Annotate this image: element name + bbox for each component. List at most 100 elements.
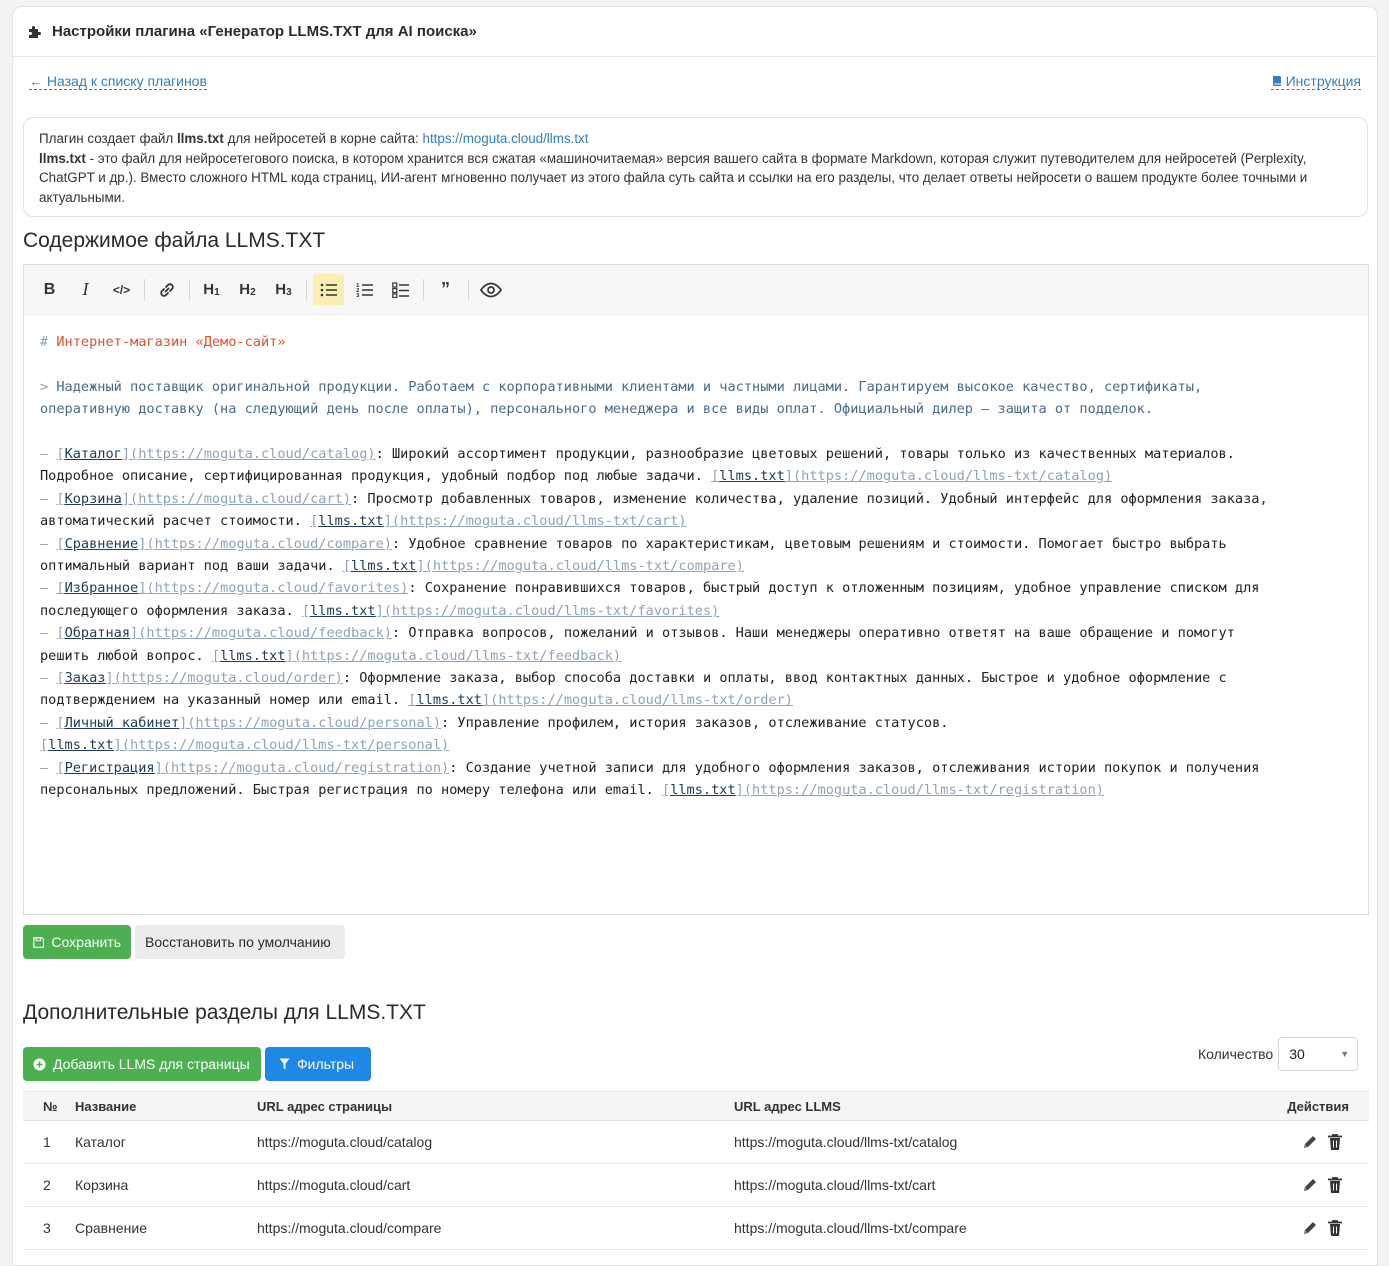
- md-syntax: [: [301, 602, 311, 619]
- toolbar-divider: [144, 278, 145, 301]
- heading3-button[interactable]: H3: [268, 274, 299, 305]
- count-select[interactable]: 30 ▼: [1278, 1037, 1359, 1071]
- md-list-item: – [Заказ](https://moguta.cloud/order): О…: [40, 667, 1352, 689]
- md-syntax: [: [56, 580, 65, 597]
- instruction-label: Инструкция: [1285, 73, 1361, 89]
- md-syntax: –: [40, 759, 57, 776]
- quote-button[interactable]: ”: [430, 274, 461, 305]
- svg-text:3: 3: [356, 293, 360, 298]
- link-button[interactable]: [151, 274, 182, 305]
- count-control: Количество 30 ▼: [1198, 1037, 1359, 1071]
- info-filename: llms.txt: [176, 131, 224, 146]
- md-syntax: ](: [179, 714, 196, 731]
- md-quote: > Надежный поставщик оригинальной продук…: [40, 376, 1352, 398]
- md-list-item-cont: последующего оформления заказа. [llms.tx…: [40, 600, 1352, 622]
- header-url: URL адрес страницы: [257, 1098, 393, 1114]
- task-list-button[interactable]: [385, 274, 416, 305]
- row-actions: [1301, 1207, 1345, 1249]
- delete-trash-icon[interactable]: [1327, 1176, 1345, 1194]
- back-to-plugins-link[interactable]: ← Назад к списку плагинов: [29, 73, 207, 90]
- md-syntax: ): [784, 692, 793, 709]
- panel-header: Настройки плагина «Генератор LLMS.TXT дл…: [13, 7, 1377, 57]
- md-item-desc: : Просмотр добавленных товаров, изменени…: [351, 490, 1268, 507]
- md-link-url: https://moguta.cloud/registration: [170, 759, 442, 776]
- heading1-button[interactable]: H1: [196, 274, 227, 305]
- md-link-title: Обратная: [64, 625, 131, 642]
- add-llms-page-button[interactable]: Добавить LLMS для страницы: [23, 1047, 261, 1081]
- numbered-list-button[interactable]: 123: [349, 274, 380, 305]
- md-llms-title: llms.txt: [318, 513, 384, 530]
- nav-row: ← Назад к списку плагинов Инструкция: [27, 69, 1363, 93]
- md-llms-title: llms.txt: [416, 692, 482, 709]
- md-syntax: ): [1095, 782, 1104, 799]
- row-num: 1: [43, 1134, 51, 1150]
- reset-default-button[interactable]: Восстановить по умолчанию: [135, 925, 345, 959]
- md-list-item-cont: решить любой вопрос. [llms.txt](https://…: [40, 645, 1352, 667]
- md-syntax: –: [40, 535, 57, 552]
- edit-pencil-icon[interactable]: [1301, 1176, 1319, 1194]
- md-llms-url: https://moguta.cloud/llms-txt/favorites: [391, 602, 712, 619]
- row-actions: [1301, 1121, 1345, 1163]
- filters-button[interactable]: Фильтры: [265, 1047, 371, 1081]
- table-body: 1 Каталог https://moguta.cloud/catalog http…: [23, 1121, 1369, 1250]
- row-llms-url: https://moguta.cloud/llms-txt/cart: [734, 1177, 936, 1193]
- md-list-item: – [Сравнение](https://moguta.cloud/compa…: [40, 533, 1352, 555]
- row-llms-url: https://moguta.cloud/llms-txt/catalog: [734, 1134, 958, 1150]
- md-llms-title: llms.txt: [719, 468, 785, 485]
- md-list-item-cont: Подробное описание, сертифицированная пр…: [40, 465, 1352, 487]
- md-llms-url: https://moguta.cloud/llms-txt/personal: [130, 737, 442, 754]
- md-list-item-cont: оптимальный вариант под ваши задачи. [ll…: [40, 555, 1352, 577]
- md-syntax: [: [56, 759, 65, 776]
- md-syntax: ](: [735, 782, 753, 799]
- save-button[interactable]: Сохранить: [23, 925, 131, 959]
- md-item-desc: Подробное описание, сертифицированная пр…: [40, 468, 712, 485]
- md-mark: #: [40, 334, 49, 350]
- delete-trash-icon[interactable]: [1327, 1219, 1345, 1237]
- numbered-list-icon: 123: [356, 283, 373, 298]
- md-link-title: Каталог: [64, 446, 122, 462]
- md-item-desc: подтверждением на указанный номер или em…: [40, 692, 409, 709]
- md-syntax: ](: [130, 625, 147, 642]
- code-button[interactable]: </>: [106, 274, 137, 305]
- md-list-item-cont: подтверждением на указанный номер или em…: [40, 689, 1352, 711]
- md-item-desc: оптимальный вариант под ваши задачи.: [40, 558, 343, 575]
- add-llms-label: Добавить LLMS для страницы: [53, 1056, 250, 1072]
- heading2-button[interactable]: H2: [232, 274, 263, 305]
- header-actions: Действия: [1287, 1098, 1349, 1114]
- plus-circle-icon: [33, 1058, 46, 1070]
- instruction-link[interactable]: Инструкция: [1270, 73, 1361, 90]
- md-link-url: https://moguta.cloud/favorites: [154, 580, 401, 597]
- preview-button[interactable]: [475, 274, 506, 305]
- md-syntax: ](: [113, 737, 131, 754]
- delete-trash-icon[interactable]: [1327, 1133, 1345, 1151]
- italic-button[interactable]: I: [70, 274, 101, 305]
- md-link-title: Заказ: [64, 670, 106, 687]
- edit-pencil-icon[interactable]: [1301, 1133, 1319, 1151]
- md-quote-cont: оперативную доставку (на следующий день …: [40, 398, 1352, 420]
- row-num: 2: [43, 1177, 51, 1193]
- md-item-desc: : Широкий ассортимент продукции, разнооб…: [375, 446, 1235, 462]
- editor-content[interactable]: # Интернет-магазин «Демо-сайт» > Надежны…: [24, 315, 1368, 802]
- bold-button[interactable]: B: [34, 274, 65, 305]
- table-row: 2 Корзина https://moguta.cloud/cart https:/…: [23, 1164, 1369, 1207]
- count-value: 30: [1289, 1046, 1305, 1062]
- md-item-desc: персональных предложений. Быстрая регист…: [40, 782, 662, 799]
- count-label: Количество: [1198, 1046, 1274, 1062]
- md-link-title: Регистрация: [64, 759, 155, 776]
- llms-file-link[interactable]: https://moguta.cloud/llms.txt: [423, 131, 589, 146]
- edit-pencil-icon[interactable]: [1301, 1219, 1319, 1237]
- filter-icon: [279, 1058, 290, 1070]
- row-page-url: https://moguta.cloud/catalog: [257, 1134, 433, 1150]
- md-list-item-cont: [llms.txt](https://moguta.cloud/llms-txt…: [40, 734, 1352, 756]
- md-list-item: – [Личный кабинет](https://moguta.cloud/…: [40, 712, 1352, 734]
- md-item-desc: : Оформление заказа, выбор способа доста…: [342, 670, 1227, 687]
- editor-section-title: Содержимое файла LLMS.TXT: [23, 229, 326, 252]
- md-list-item: – [Обратная](https://moguta.cloud/feedba…: [40, 622, 1352, 644]
- md-llms-url: https://moguta.cloud/llms-txt/registrati…: [752, 782, 1096, 799]
- bullet-list-button[interactable]: [313, 274, 344, 305]
- md-syntax: ): [432, 714, 442, 731]
- md-syntax: ](: [416, 558, 433, 575]
- md-syntax: [: [56, 446, 65, 462]
- row-actions: [1301, 1164, 1345, 1206]
- md-syntax: [: [56, 670, 65, 687]
